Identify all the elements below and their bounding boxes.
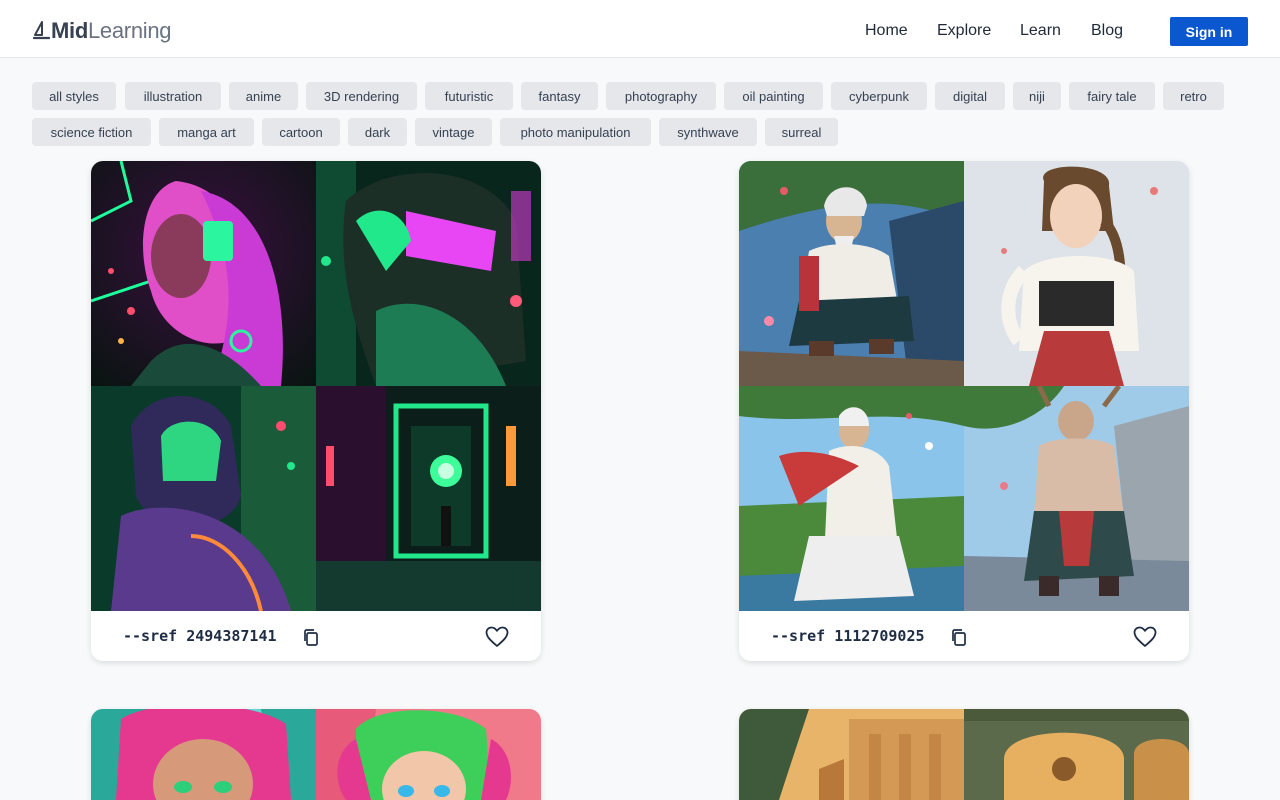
copy-icon[interactable]: [951, 629, 967, 647]
top-header: Mid Learning Home Explore Learn Blog Sig…: [0, 0, 1280, 58]
tag-synthwave[interactable]: synthwave: [659, 118, 757, 146]
tag-surreal[interactable]: surreal: [765, 118, 838, 146]
style-card-footer: --sref 1112709025: [739, 611, 1189, 661]
copy-icon[interactable]: [303, 629, 319, 647]
nav-explore[interactable]: Explore: [937, 22, 991, 40]
logo[interactable]: Mid Learning: [33, 17, 172, 45]
style-card[interactable]: [739, 709, 1189, 800]
sref-code[interactable]: --sref 1112709025: [771, 627, 925, 645]
tag-retro[interactable]: retro: [1163, 82, 1224, 110]
tag-all-styles[interactable]: all styles: [32, 82, 116, 110]
tag-dark[interactable]: dark: [348, 118, 407, 146]
card-image-tile: [964, 386, 1189, 611]
style-card[interactable]: [91, 709, 541, 800]
card-image-tile: [739, 386, 964, 611]
tag-photo-manipulation[interactable]: photo manipulation: [500, 118, 651, 146]
tag-illustration[interactable]: illustration: [125, 82, 221, 110]
card-image-tile: [91, 709, 316, 800]
card-image-tile: [316, 386, 541, 611]
card-image-tile: [316, 161, 541, 386]
style-card-image-grid[interactable]: [91, 161, 541, 611]
tag-oil-painting[interactable]: oil painting: [724, 82, 823, 110]
sref-code[interactable]: --sref 2494387141: [123, 627, 277, 645]
nav-blog[interactable]: Blog: [1091, 22, 1123, 40]
tag-fantasy[interactable]: fantasy: [521, 82, 598, 110]
style-card-image-grid[interactable]: [739, 709, 1189, 800]
card-image-tile: [964, 709, 1189, 800]
tag-digital[interactable]: digital: [935, 82, 1005, 110]
tag-vintage[interactable]: vintage: [415, 118, 492, 146]
tag-anime[interactable]: anime: [229, 82, 298, 110]
card-image-tile: [91, 386, 316, 611]
nav-home[interactable]: Home: [865, 22, 908, 40]
style-card-image-grid[interactable]: [739, 161, 1189, 611]
tag-3d-rendering[interactable]: 3D rendering: [306, 82, 417, 110]
tag-science-fiction[interactable]: science fiction: [32, 118, 151, 146]
style-card-image-grid[interactable]: [91, 709, 541, 800]
tag-fairy-tale[interactable]: fairy tale: [1069, 82, 1155, 110]
card-image-tile: [91, 161, 316, 386]
sailboat-logo-icon: [33, 21, 50, 40]
style-card[interactable]: --sref 2494387141: [91, 161, 541, 661]
heart-icon[interactable]: [1133, 626, 1157, 648]
card-image-tile: [964, 161, 1189, 386]
card-image-tile: [739, 709, 964, 800]
style-card[interactable]: --sref 1112709025: [739, 161, 1189, 661]
tag-cyberpunk[interactable]: cyberpunk: [831, 82, 927, 110]
card-image-tile: [316, 709, 541, 800]
tag-niji[interactable]: niji: [1013, 82, 1061, 110]
logo-text-learning: Learning: [87, 18, 172, 43]
tag-cartoon[interactable]: cartoon: [262, 118, 340, 146]
logo-text-mid: Mid: [51, 18, 88, 43]
tag-manga-art[interactable]: manga art: [159, 118, 254, 146]
tag-futuristic[interactable]: futuristic: [425, 82, 513, 110]
card-image-tile: [739, 161, 964, 386]
nav-learn[interactable]: Learn: [1020, 22, 1061, 40]
heart-icon[interactable]: [485, 626, 509, 648]
style-card-footer: --sref 2494387141: [91, 611, 541, 661]
tag-photography[interactable]: photography: [606, 82, 716, 110]
sign-in-button[interactable]: Sign in: [1170, 17, 1248, 46]
